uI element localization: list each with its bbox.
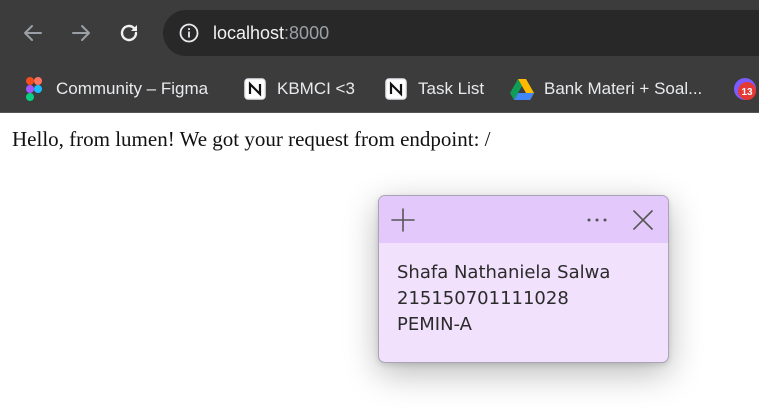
sticky-note-line-id: 215150701111028 [397,288,569,309]
plus-icon[interactable] [391,208,415,232]
calendar-badge: 13 [741,87,753,98]
address-bar[interactable]: localhost:8000 [163,10,759,56]
browser-toolbar: localhost:8000 [0,0,759,66]
close-icon[interactable] [631,208,655,232]
url-host: localhost [213,23,285,43]
google-drive-icon [510,77,534,101]
back-button[interactable] [18,18,48,48]
sticky-note-header[interactable] [379,196,668,243]
site-info-icon[interactable] [179,23,199,43]
sticky-note[interactable]: Shafa Nathaniela Salwa 215150701111028 P… [378,195,669,363]
bookmark-figma-community[interactable]: Community – Figma [22,74,208,104]
url-text[interactable]: localhost:8000 [213,22,329,44]
figma-icon [22,77,46,101]
url-port: :8000 [284,23,330,43]
sticky-note-body[interactable]: Shafa Nathaniela Salwa 215150701111028 P… [397,260,610,338]
sticky-note-line-class: PEMIN-A [397,314,472,335]
bookmark-label: Bank Materi + Soal... [544,79,703,98]
bookmark-label: Community – Figma [56,79,209,98]
bookmark-bank-materi[interactable]: Bank Materi + Soal... [510,74,702,104]
bookmarks-bar: Community – Figma KBMCI <3 Task List Ban… [0,66,759,113]
arrow-right-icon [72,25,90,41]
bookmark-label: KBMCI <3 [277,79,355,98]
reload-icon [120,24,138,42]
sticky-note-line-name: Shafa Nathaniela Salwa [397,262,611,283]
forward-button[interactable] [66,18,96,48]
bookmark-label: Task List [418,79,485,98]
bookmark-calendar[interactable]: 13 [733,74,759,104]
bookmark-task-list[interactable]: Task List [384,74,484,104]
bookmark-kbmci[interactable]: KBMCI <3 [243,74,355,104]
more-options-icon[interactable] [583,208,611,232]
reload-button[interactable] [114,18,144,48]
notion-icon [384,77,408,101]
calendar-icon: 13 [733,77,757,101]
arrow-left-icon [24,25,42,41]
notion-icon [243,77,267,101]
page-message: Hello, from lumen! We got your request f… [12,127,491,151]
